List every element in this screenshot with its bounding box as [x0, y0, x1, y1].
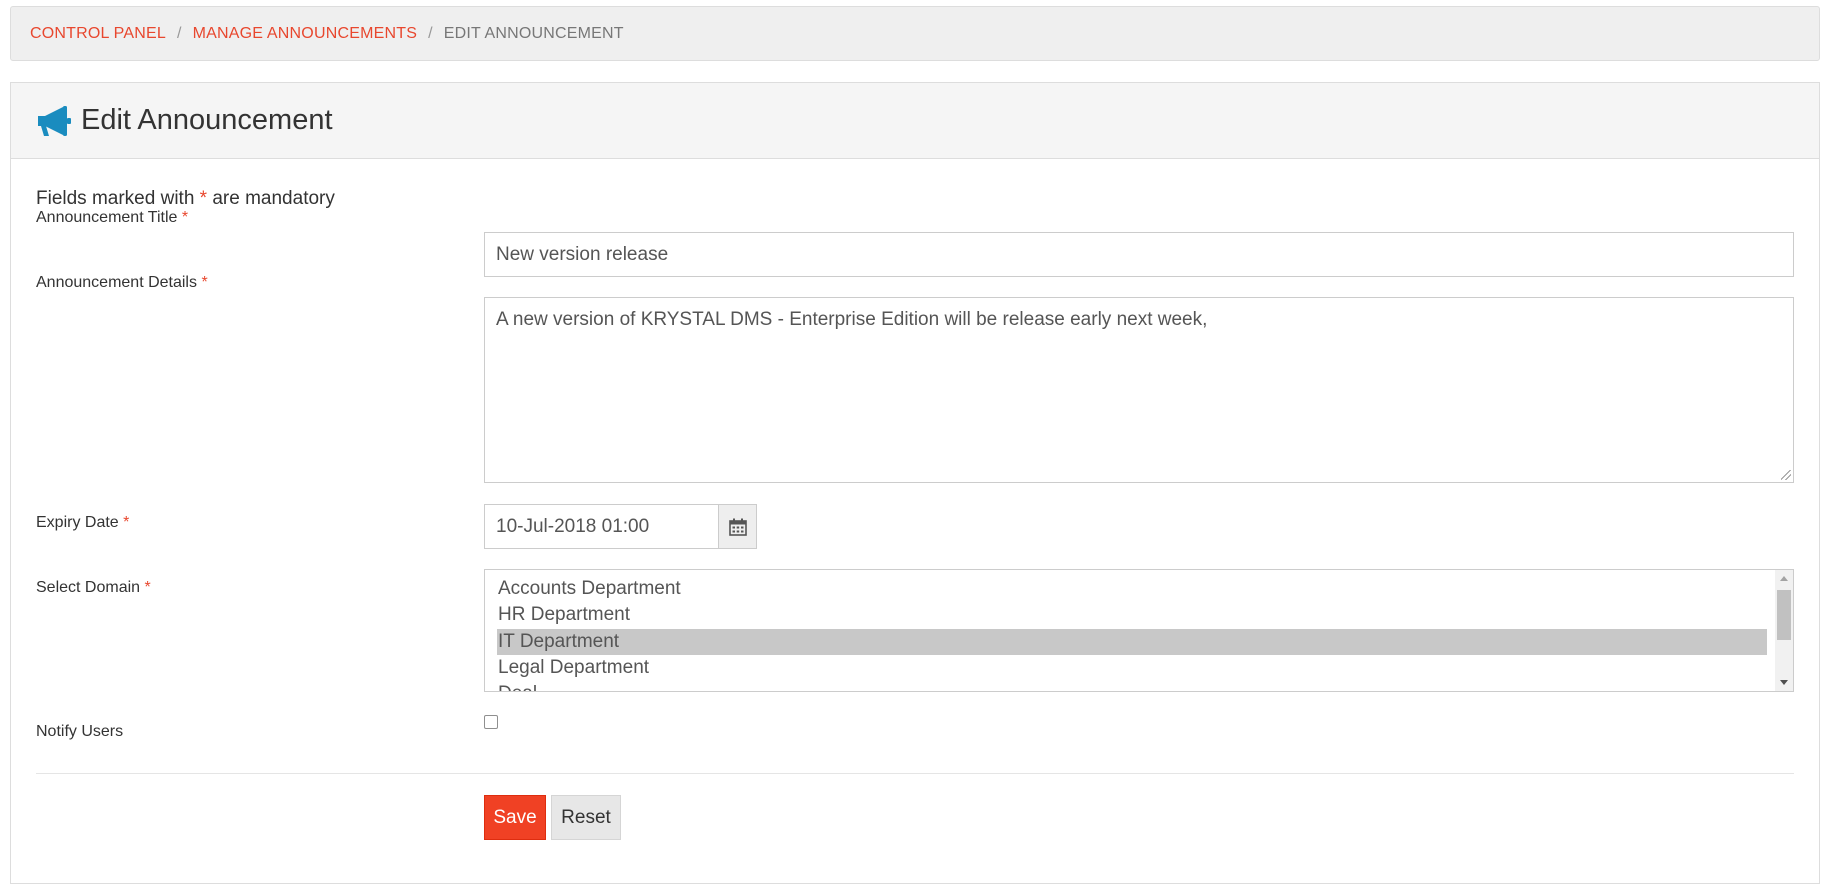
announcement-title-value: New version release — [496, 243, 669, 265]
required-mark: * — [199, 188, 208, 209]
announcement-details-textarea[interactable]: A new version of KRYSTAL DMS - Enterpris… — [484, 297, 1794, 483]
domain-option[interactable]: HR Department — [497, 602, 1767, 628]
domain-option[interactable]: Accounts Department — [497, 576, 1767, 602]
domain-option-selected[interactable]: IT Department — [497, 629, 1767, 655]
mandatory-note-prefix: Fields marked with — [36, 188, 195, 209]
breadcrumb-separator: / — [176, 24, 182, 42]
domain-option[interactable]: Deal... — [497, 681, 1767, 691]
edit-announcement-panel: Edit Announcement Fields marked with * a… — [10, 82, 1820, 884]
select-domain-label: Select Domain * — [36, 579, 151, 597]
announcement-details-label-text: Announcement Details — [36, 274, 197, 291]
breadcrumb-separator: / — [428, 24, 433, 42]
required-mark: * — [123, 514, 130, 531]
announcement-details-value: A new version of KRYSTAL DMS - Enterpris… — [496, 309, 1208, 330]
scroll-thumb[interactable] — [1777, 590, 1791, 640]
required-mark: * — [181, 209, 189, 226]
select-domain-label-text: Select Domain — [36, 579, 141, 596]
domain-option[interactable]: Legal Department — [497, 655, 1767, 681]
panel-heading: Edit Announcement — [11, 83, 1819, 159]
breadcrumb: CONTROL PANEL / MANAGE ANNOUNCEMENTS / E… — [10, 6, 1820, 61]
scroll-down-icon[interactable] — [1780, 680, 1788, 685]
notify-users-label: Notify Users — [36, 723, 124, 740]
megaphone-icon — [38, 105, 71, 136]
breadcrumb-current: EDIT ANNOUNCEMENT — [443, 24, 624, 42]
announcement-title-label: Announcement Title * — [36, 209, 188, 227]
page-title: Edit Announcement — [81, 104, 333, 136]
scroll-up-icon[interactable] — [1780, 576, 1788, 581]
calendar-icon — [728, 518, 747, 536]
expiry-date-value: 10-Jul-2018 01:00 — [496, 515, 650, 537]
announcement-title-input[interactable]: New version release — [484, 232, 1794, 277]
expiry-date-label: Expiry Date * — [36, 514, 129, 532]
breadcrumb-control-panel[interactable]: CONTROL PANEL — [30, 25, 166, 43]
required-mark: * — [201, 274, 208, 291]
announcement-title-label-text: Announcement Title — [36, 209, 178, 226]
required-mark: * — [144, 579, 151, 596]
save-button[interactable]: Save — [484, 795, 546, 840]
calendar-button[interactable] — [718, 504, 757, 549]
mandatory-note: Fields marked with * are mandatory — [36, 188, 335, 210]
expiry-date-label-text: Expiry Date — [36, 514, 119, 531]
announcement-details-label: Announcement Details * — [36, 274, 208, 292]
mandatory-note-suffix: are mandatory — [212, 188, 335, 209]
resize-grip-icon[interactable] — [1781, 470, 1791, 480]
form-divider — [36, 773, 1794, 774]
expiry-date-input[interactable]: 10-Jul-2018 01:00 — [484, 504, 719, 549]
breadcrumb-manage-announcements[interactable]: MANAGE ANNOUNCEMENTS — [193, 25, 417, 43]
notify-users-checkbox[interactable] — [484, 715, 498, 729]
select-domain-listbox[interactable]: Accounts Department HR Department IT Dep… — [484, 569, 1794, 692]
reset-button[interactable]: Reset — [551, 795, 621, 840]
listbox-scrollbar[interactable] — [1775, 570, 1793, 691]
